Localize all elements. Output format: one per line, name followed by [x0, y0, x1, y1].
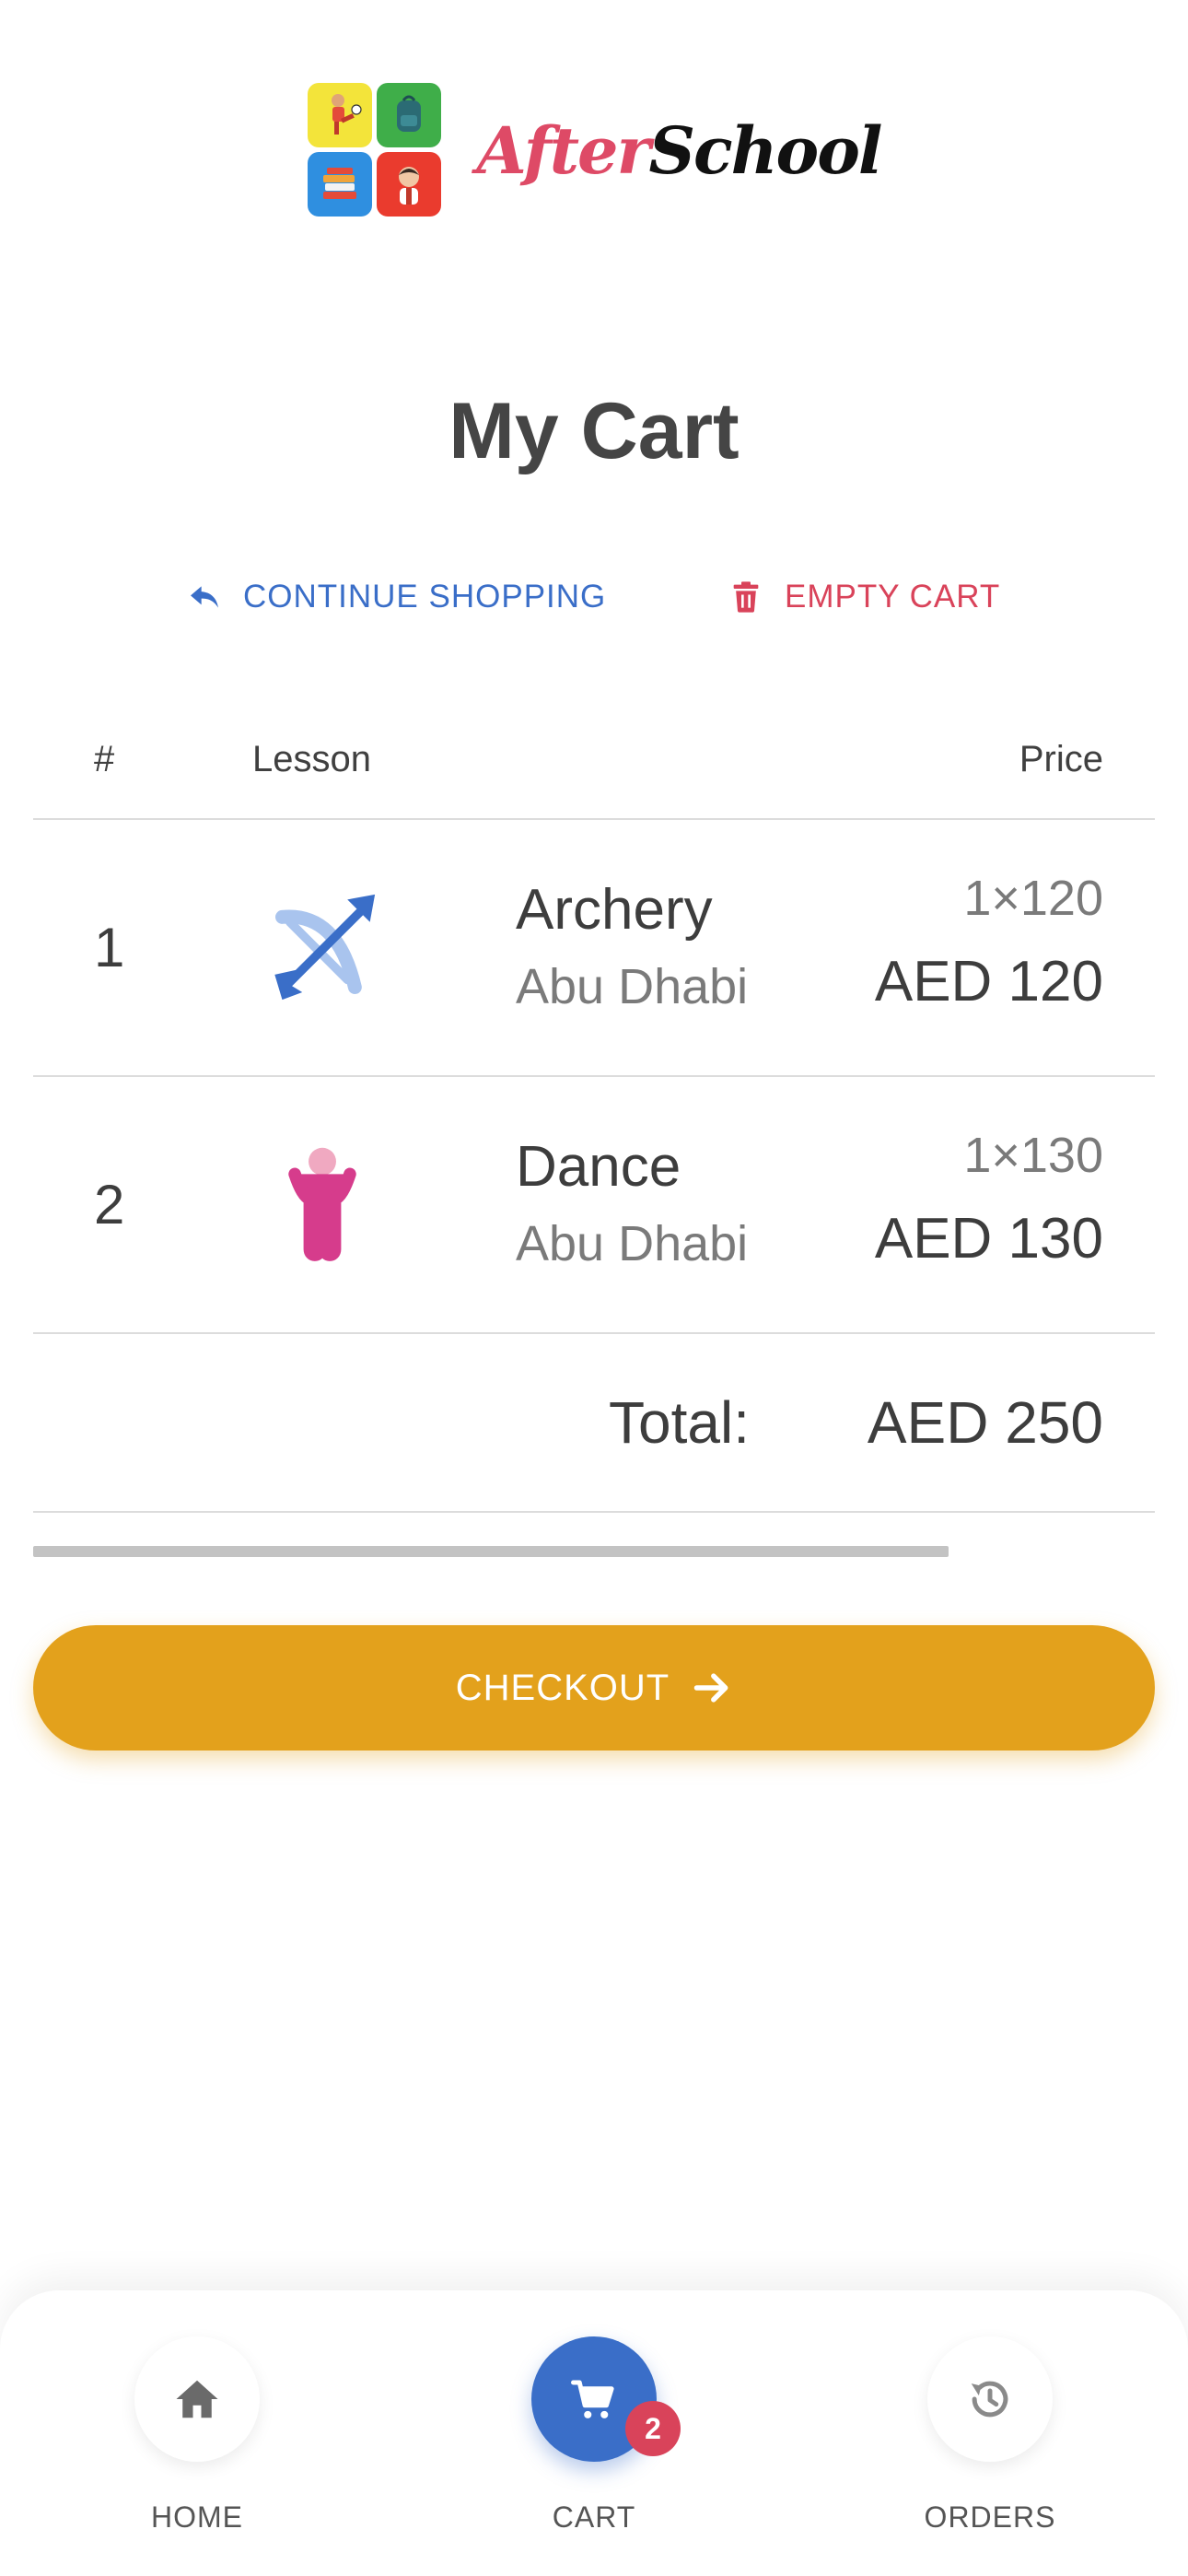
- lesson-name: Archery: [516, 878, 713, 942]
- row-number: 2: [94, 1174, 125, 1235]
- lesson-quantity: 1×120: [963, 871, 1103, 926]
- table-header: # Lesson Price: [33, 700, 1155, 820]
- column-header-number: #: [94, 739, 115, 779]
- app-logo[interactable]: AfterSchool: [0, 81, 1188, 219]
- bottom-navigation: HOME 2 CART ORDERS: [0, 2290, 1188, 2576]
- column-header-lesson: Lesson: [252, 739, 371, 779]
- lesson-quantity: 1×130: [963, 1128, 1103, 1183]
- horizontal-scrollbar[interactable]: [33, 1546, 949, 1557]
- football-icon: [307, 83, 372, 147]
- lesson-price: AED 120: [874, 950, 1103, 1013]
- nav-orders-label: ORDERS: [924, 2500, 1056, 2534]
- nav-home-label: HOME: [151, 2500, 243, 2534]
- table-row: 2 Dance Abu Dhabi 1×130 AED 130: [33, 1077, 1155, 1334]
- archery-icon: [260, 884, 385, 1010]
- lesson-location: Abu Dhabi: [516, 959, 749, 1014]
- reply-arrow-icon: [191, 586, 218, 608]
- nav-cart-label: CART: [552, 2500, 636, 2534]
- checkout-button[interactable]: CHECKOUT: [33, 1625, 1155, 1751]
- backpack-icon: [376, 83, 441, 147]
- history-icon: [971, 2381, 1008, 2418]
- logo-tiles: [307, 83, 442, 217]
- cart-icon: [571, 2380, 614, 2418]
- total-value: AED 250: [867, 1389, 1103, 1456]
- total-label: Total:: [609, 1389, 750, 1456]
- lesson-name: Dance: [516, 1135, 681, 1199]
- column-header-price: Price: [1019, 739, 1103, 779]
- books-icon: [307, 152, 372, 217]
- trash-icon: [733, 581, 759, 613]
- brand-wordmark: AfterSchool: [476, 111, 883, 189]
- lesson-location: Abu Dhabi: [516, 1216, 749, 1271]
- empty-cart-button[interactable]: EMPTY CART: [728, 569, 1000, 625]
- page-title: My Cart: [448, 387, 740, 475]
- brand-name-part1: After: [476, 111, 651, 189]
- arrow-right-icon: [693, 1673, 728, 1703]
- student-icon: [376, 152, 441, 217]
- nav-cart[interactable]: 2 CART: [483, 2336, 705, 2535]
- continue-shopping-label: CONTINUE SHOPPING: [243, 579, 607, 615]
- nav-home-button[interactable]: [134, 2336, 260, 2462]
- cart-count-badge: 2: [625, 2401, 681, 2456]
- lesson-price: AED 130: [874, 1207, 1103, 1270]
- nav-cart-button[interactable]: 2: [531, 2336, 681, 2462]
- home-icon: [176, 2380, 218, 2418]
- empty-cart-label: EMPTY CART: [785, 579, 1001, 615]
- brand-name-part2: School: [648, 111, 882, 189]
- nav-orders[interactable]: ORDERS: [879, 2336, 1101, 2535]
- checkout-label: CHECKOUT: [455, 1667, 670, 1708]
- row-number: 1: [94, 917, 125, 978]
- nav-orders-button[interactable]: [927, 2336, 1053, 2462]
- total-row: Total: AED 250: [33, 1334, 1155, 1513]
- nav-home[interactable]: HOME: [87, 2336, 308, 2535]
- continue-shopping-button[interactable]: CONTINUE SHOPPING: [186, 569, 606, 625]
- cart-table: # Lesson Price 1 Archery Abu Dhabi 1×120…: [33, 700, 1155, 1513]
- dance-icon: [260, 1142, 385, 1267]
- table-row: 1 Archery Abu Dhabi 1×120 AED 120: [33, 820, 1155, 1077]
